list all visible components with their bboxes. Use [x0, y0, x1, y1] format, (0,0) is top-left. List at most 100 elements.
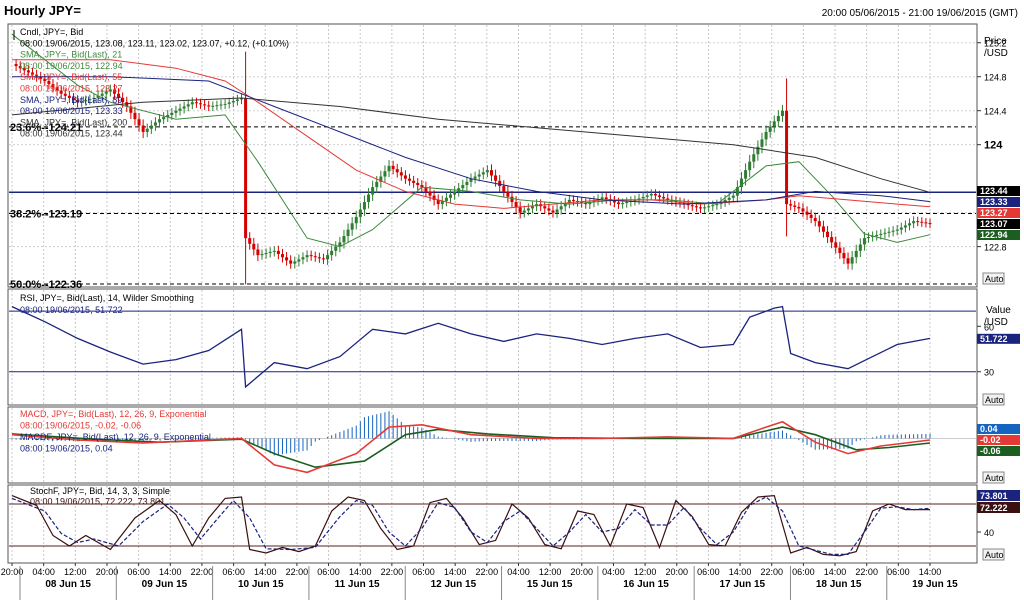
candle-body: [875, 234, 879, 237]
time-tick-label: 04:00: [32, 567, 55, 577]
candle-body: [453, 191, 457, 195]
candle-body: [821, 226, 825, 232]
stoch-auto-button[interactable]: Auto: [982, 548, 1005, 561]
candle-body: [190, 102, 194, 105]
legend-entry: 08:00 19/06/2015, 123.08, 123.11, 123.02…: [20, 38, 289, 48]
candle-body: [346, 229, 350, 237]
candle-body: [744, 170, 748, 179]
candle-body: [211, 105, 215, 107]
chart-canvas: Hourly JPY= 20:00 05/06/2015 - 21:00 19/…: [1, 3, 1020, 600]
rsi-auto-button[interactable]: Auto: [982, 393, 1005, 406]
candle-body: [649, 193, 653, 196]
time-tick-label: 14:00: [349, 567, 372, 577]
candle-body: [362, 202, 366, 210]
candle-body: [141, 125, 145, 132]
candle-body: [194, 102, 198, 104]
legend-entry: 08:00 19/06/2015, 123.33: [20, 106, 123, 116]
candle-body: [248, 238, 252, 244]
price-axis-title: Price: [984, 36, 1007, 47]
time-tick-label: 22:00: [476, 567, 499, 577]
candle-body: [703, 207, 707, 209]
candle-body: [813, 217, 817, 222]
candle-body: [137, 119, 141, 126]
candle-body: [645, 195, 649, 197]
chart-title: Hourly JPY=: [4, 3, 81, 18]
candle-body: [264, 252, 268, 255]
legend-entry: 08:00 19/06/2015, -0.02, -0.06: [20, 421, 141, 431]
candle-body: [690, 205, 694, 207]
candle-body: [817, 221, 821, 227]
time-tick-label: 14:00: [254, 567, 277, 577]
time-tick-label: 14:00: [824, 567, 847, 577]
price-badge-label: 123.07: [980, 219, 1008, 229]
legend-entry: 08:00 19/06/2015, 51.722: [20, 305, 123, 315]
time-tick-label: 06:00: [317, 567, 340, 577]
candle-body: [326, 255, 330, 260]
candle-body: [625, 202, 629, 204]
macd-auto-button[interactable]: Auto: [982, 471, 1005, 484]
candle-body: [317, 257, 321, 259]
candle-body: [908, 223, 912, 226]
day-label: 15 Jun 15: [527, 579, 573, 590]
legend-entry: RSI, JPY=, Bid(Last), 14, Wilder Smoothi…: [20, 293, 194, 303]
legend-entry: SMA, JPY=, Bid(Last), 21: [20, 50, 122, 60]
day-label: 08 Jun 15: [45, 579, 91, 590]
candle-body: [215, 105, 219, 107]
candle-body: [653, 193, 657, 196]
candle-body: [489, 170, 493, 176]
candle-body: [506, 191, 510, 197]
day-label: 10 Jun 15: [238, 579, 284, 590]
candle-body: [834, 242, 838, 248]
candle-body: [867, 237, 871, 239]
candle-body: [694, 206, 698, 208]
price-auto-button[interactable]: Auto: [982, 272, 1005, 285]
time-tick-label: 22:00: [286, 567, 309, 577]
candle-body: [182, 106, 186, 109]
time-tick-label: 06:00: [697, 567, 720, 577]
candle-body: [153, 122, 157, 126]
candle-body: [227, 102, 231, 104]
rsi-tick-label: 30: [984, 368, 994, 378]
candle-body: [850, 257, 854, 264]
candle-body: [174, 110, 178, 113]
candle-body: [395, 169, 399, 173]
candle-body: [178, 108, 182, 111]
legend-entry: MACDF, JPY=, Bid(Last), 12, 26, 9, Expon…: [20, 432, 211, 442]
candle-body: [354, 216, 358, 224]
time-tick-label: 20:00: [571, 567, 594, 577]
legend-entry: SMA, JPY=, Bid(Last), 89: [20, 95, 122, 105]
candle-body: [383, 171, 387, 177]
time-tick-label: 22:00: [191, 567, 214, 577]
candle-body: [662, 196, 666, 199]
candle-body: [760, 139, 764, 147]
candle-body: [321, 258, 325, 260]
candle-body: [522, 210, 526, 213]
time-tick-label: 06:00: [792, 567, 815, 577]
candle-body: [707, 206, 711, 208]
candle-body: [617, 202, 621, 205]
candle-body: [461, 185, 465, 189]
rsi-panel[interactable]: [7, 288, 978, 406]
candle-body: [494, 175, 498, 181]
candle-body: [899, 227, 903, 230]
candle-body: [145, 128, 149, 132]
candle-body: [260, 254, 264, 256]
candle-body: [711, 205, 715, 207]
legend-entry: 08:00 19/06/2015, 123.27: [20, 84, 123, 94]
candle-body: [830, 237, 834, 243]
candle-body: [797, 206, 801, 209]
price-badge-label: 123.27: [980, 208, 1008, 218]
legend-entry: 08:00 19/06/2015, 72.222, 73.801: [30, 497, 165, 507]
time-tick-label: 22:00: [855, 567, 878, 577]
candle-body: [924, 222, 928, 224]
svg-text:Auto: Auto: [985, 395, 1004, 405]
day-label: 16 Jun 15: [623, 579, 669, 590]
time-tick-label: 14:00: [729, 567, 752, 577]
price-badge-label: 122.94: [980, 230, 1008, 240]
candle-body: [412, 180, 416, 183]
candle-body: [903, 225, 907, 228]
legend-entry: 08:00 19/06/2015, 123.44: [20, 129, 123, 139]
price-badge-label: 123.33: [980, 197, 1008, 207]
fib-level-label: 38.2%--123.19: [10, 208, 82, 220]
day-label: 09 Jun 15: [142, 579, 188, 590]
